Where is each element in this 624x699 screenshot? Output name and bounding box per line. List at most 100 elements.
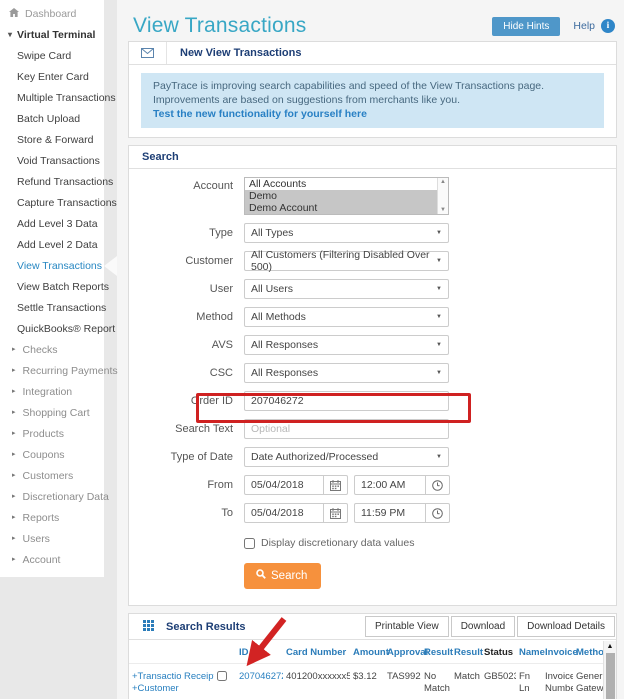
info-icon[interactable]: i bbox=[601, 19, 615, 33]
sidebar-item-dashboard[interactable]: Dashboard bbox=[0, 3, 104, 24]
sidebar-item-add-level-2-data[interactable]: Add Level 2 Data bbox=[0, 234, 104, 255]
order-id-label: Order ID bbox=[190, 395, 233, 407]
sidebar-item-settle-transactions[interactable]: Settle Transactions bbox=[0, 297, 106, 318]
account-option[interactable]: Demo Account bbox=[245, 202, 437, 214]
order-id-input[interactable] bbox=[244, 391, 449, 411]
to-time-input[interactable] bbox=[354, 503, 426, 523]
sidebar-item-quickbooks-report[interactable]: QuickBooks® Report bbox=[0, 318, 115, 339]
sidebar-item-shopping-cart[interactable]: ▸ Shopping Cart bbox=[0, 402, 104, 423]
discretionary-checkbox[interactable] bbox=[244, 537, 255, 549]
from-time-input[interactable] bbox=[354, 475, 426, 495]
sidebar-item-key-enter-card[interactable]: Key Enter Card bbox=[0, 66, 104, 87]
sidebar-item-view-transactions[interactable]: View Transactions bbox=[0, 255, 104, 276]
account-option[interactable]: All Accounts bbox=[245, 178, 437, 190]
sidebar-item-discretionary-data[interactable]: ▸ Discretionary Data bbox=[0, 486, 109, 507]
account-listbox-scrollbar[interactable]: ▲ ▼ bbox=[437, 178, 448, 214]
scrollbar-thumb[interactable] bbox=[605, 653, 615, 699]
avs-select-value: All Responses bbox=[251, 339, 319, 351]
sidebar-item-swipe-card[interactable]: Swipe Card bbox=[0, 45, 104, 66]
sidebar-item-recurring-payments[interactable]: ▸ Recurring Payments bbox=[0, 360, 118, 381]
customer-select[interactable]: All Customers (Filtering Disabled Over 5… bbox=[244, 249, 449, 273]
user-select[interactable]: All Users ▼ bbox=[244, 279, 449, 299]
sidebar-item-refund-transactions[interactable]: Refund Transactions bbox=[0, 171, 113, 192]
sidebar-item-label: Swipe Card bbox=[17, 49, 72, 62]
column-header-status[interactable]: Status bbox=[481, 647, 516, 658]
account-listbox[interactable]: All Accounts Demo Demo Account ▲ ▼ bbox=[244, 177, 449, 215]
clock-icon[interactable] bbox=[426, 503, 450, 523]
to-date-input[interactable] bbox=[244, 503, 324, 523]
sidebar-item-view-batch-reports[interactable]: View Batch Reports bbox=[0, 276, 109, 297]
column-header-result[interactable]: Result bbox=[451, 647, 483, 658]
column-header-card-number[interactable]: Card Number bbox=[283, 647, 350, 658]
caret-right-icon: ▸ bbox=[12, 346, 16, 353]
sidebar-item-products[interactable]: ▸ Products bbox=[0, 423, 104, 444]
from-row: From bbox=[129, 475, 616, 495]
download-button[interactable]: Download bbox=[450, 616, 516, 637]
sidebar-item-virtual-terminal[interactable]: ▾ Virtual Terminal bbox=[0, 24, 104, 45]
transaction-id-link[interactable]: 207046272 bbox=[239, 671, 283, 682]
sidebar-item-label: Key Enter Card bbox=[17, 70, 89, 83]
column-header-amount[interactable]: Amount bbox=[350, 647, 389, 658]
sidebar-item-reports[interactable]: ▸ Reports bbox=[0, 507, 104, 528]
results-scrollbar[interactable]: ▲ bbox=[603, 641, 616, 699]
dropdown-caret-icon: ▼ bbox=[436, 286, 442, 292]
user-row: User All Users ▼ bbox=[129, 279, 616, 299]
method-select[interactable]: All Methods ▼ bbox=[244, 307, 449, 327]
column-header-name[interactable]: Name bbox=[516, 647, 545, 658]
hint-line-2: Improvements are based on suggestions fr… bbox=[153, 94, 460, 106]
sidebar-item-coupons[interactable]: ▸ Coupons bbox=[0, 444, 104, 465]
row-checkbox[interactable] bbox=[217, 671, 227, 681]
download-details-button[interactable]: Download Details bbox=[517, 616, 615, 637]
sidebar-item-multiple-transactions[interactable]: Multiple Transactions bbox=[0, 87, 116, 108]
calendar-icon[interactable] bbox=[324, 475, 348, 495]
from-date-input[interactable] bbox=[244, 475, 324, 495]
scroll-up-icon[interactable]: ▲ bbox=[607, 643, 614, 650]
sidebar-item-void-transactions[interactable]: Void Transactions bbox=[0, 150, 104, 171]
column-header-invoice[interactable]: Invoice bbox=[542, 647, 578, 658]
search-panel-header: Search bbox=[129, 146, 616, 169]
sidebar-item-label: Coupons bbox=[22, 448, 65, 461]
grid-icon bbox=[143, 618, 154, 636]
hint-link[interactable]: Test the new functionality for yourself … bbox=[153, 107, 592, 121]
type-select[interactable]: All Types ▼ bbox=[244, 223, 449, 243]
page-title: View Transactions bbox=[133, 14, 307, 37]
type-of-date-select[interactable]: Date Authorized/Processed ▼ bbox=[244, 447, 449, 467]
sidebar-item-capture-transactions[interactable]: Capture Transactions bbox=[0, 192, 117, 213]
expand-transaction-link[interactable]: +Transaction bbox=[132, 671, 181, 683]
sidebar-item-account[interactable]: ▸ Account bbox=[0, 549, 104, 570]
column-header-result[interactable]: Result bbox=[421, 647, 453, 658]
sidebar-item-label: Discretionary Data bbox=[22, 490, 109, 503]
column-header-approval[interactable]: Approval bbox=[384, 647, 428, 658]
sidebar-item-add-level-3-data[interactable]: Add Level 3 Data bbox=[0, 213, 104, 234]
expand-customer-link[interactable]: +Customer bbox=[132, 683, 179, 695]
column-header-id[interactable]: ID bbox=[236, 647, 283, 658]
scroll-up-icon[interactable]: ▲ bbox=[440, 179, 446, 185]
account-option[interactable]: Demo bbox=[245, 190, 437, 202]
sidebar-item-integration[interactable]: ▸ Integration bbox=[0, 381, 104, 402]
sidebar-item-users[interactable]: ▸ Users bbox=[0, 528, 104, 549]
scroll-down-icon[interactable]: ▼ bbox=[440, 207, 446, 213]
search-text-input[interactable] bbox=[244, 419, 449, 439]
help-link[interactable]: Help bbox=[573, 20, 595, 32]
discretionary-row: Display discretionary data values bbox=[244, 537, 616, 549]
sidebar-item-label: Shopping Cart bbox=[22, 406, 90, 419]
csc-select-value: All Responses bbox=[251, 367, 319, 379]
sidebar-item-store-forward[interactable]: Store & Forward bbox=[0, 129, 104, 150]
sidebar-item-checks[interactable]: ▸ Checks bbox=[0, 339, 104, 360]
receipt-cell: Receipt bbox=[181, 664, 214, 695]
clock-icon[interactable] bbox=[426, 475, 450, 495]
sidebar-item-label: Account bbox=[22, 553, 61, 566]
calendar-icon[interactable] bbox=[324, 503, 348, 523]
account-row: Account All Accounts Demo Demo Account ▲ ▼ bbox=[129, 177, 616, 215]
hide-hints-button[interactable]: Hide Hints bbox=[492, 16, 561, 36]
csc-select[interactable]: All Responses ▼ bbox=[244, 363, 449, 383]
sidebar-item-batch-upload[interactable]: Batch Upload bbox=[0, 108, 104, 129]
search-button[interactable]: Search bbox=[244, 563, 322, 589]
receipt-link[interactable]: Receipt bbox=[184, 671, 214, 682]
sidebar-item-label: Capture Transactions bbox=[17, 196, 117, 209]
sidebar-item-customers[interactable]: ▸ Customers bbox=[0, 465, 104, 486]
results-header: Search Results Printable View Download Dow… bbox=[129, 614, 616, 640]
sidebar-item-label: Products bbox=[22, 427, 64, 440]
printable-view-button[interactable]: Printable View bbox=[364, 616, 449, 637]
avs-select[interactable]: All Responses ▼ bbox=[244, 335, 449, 355]
